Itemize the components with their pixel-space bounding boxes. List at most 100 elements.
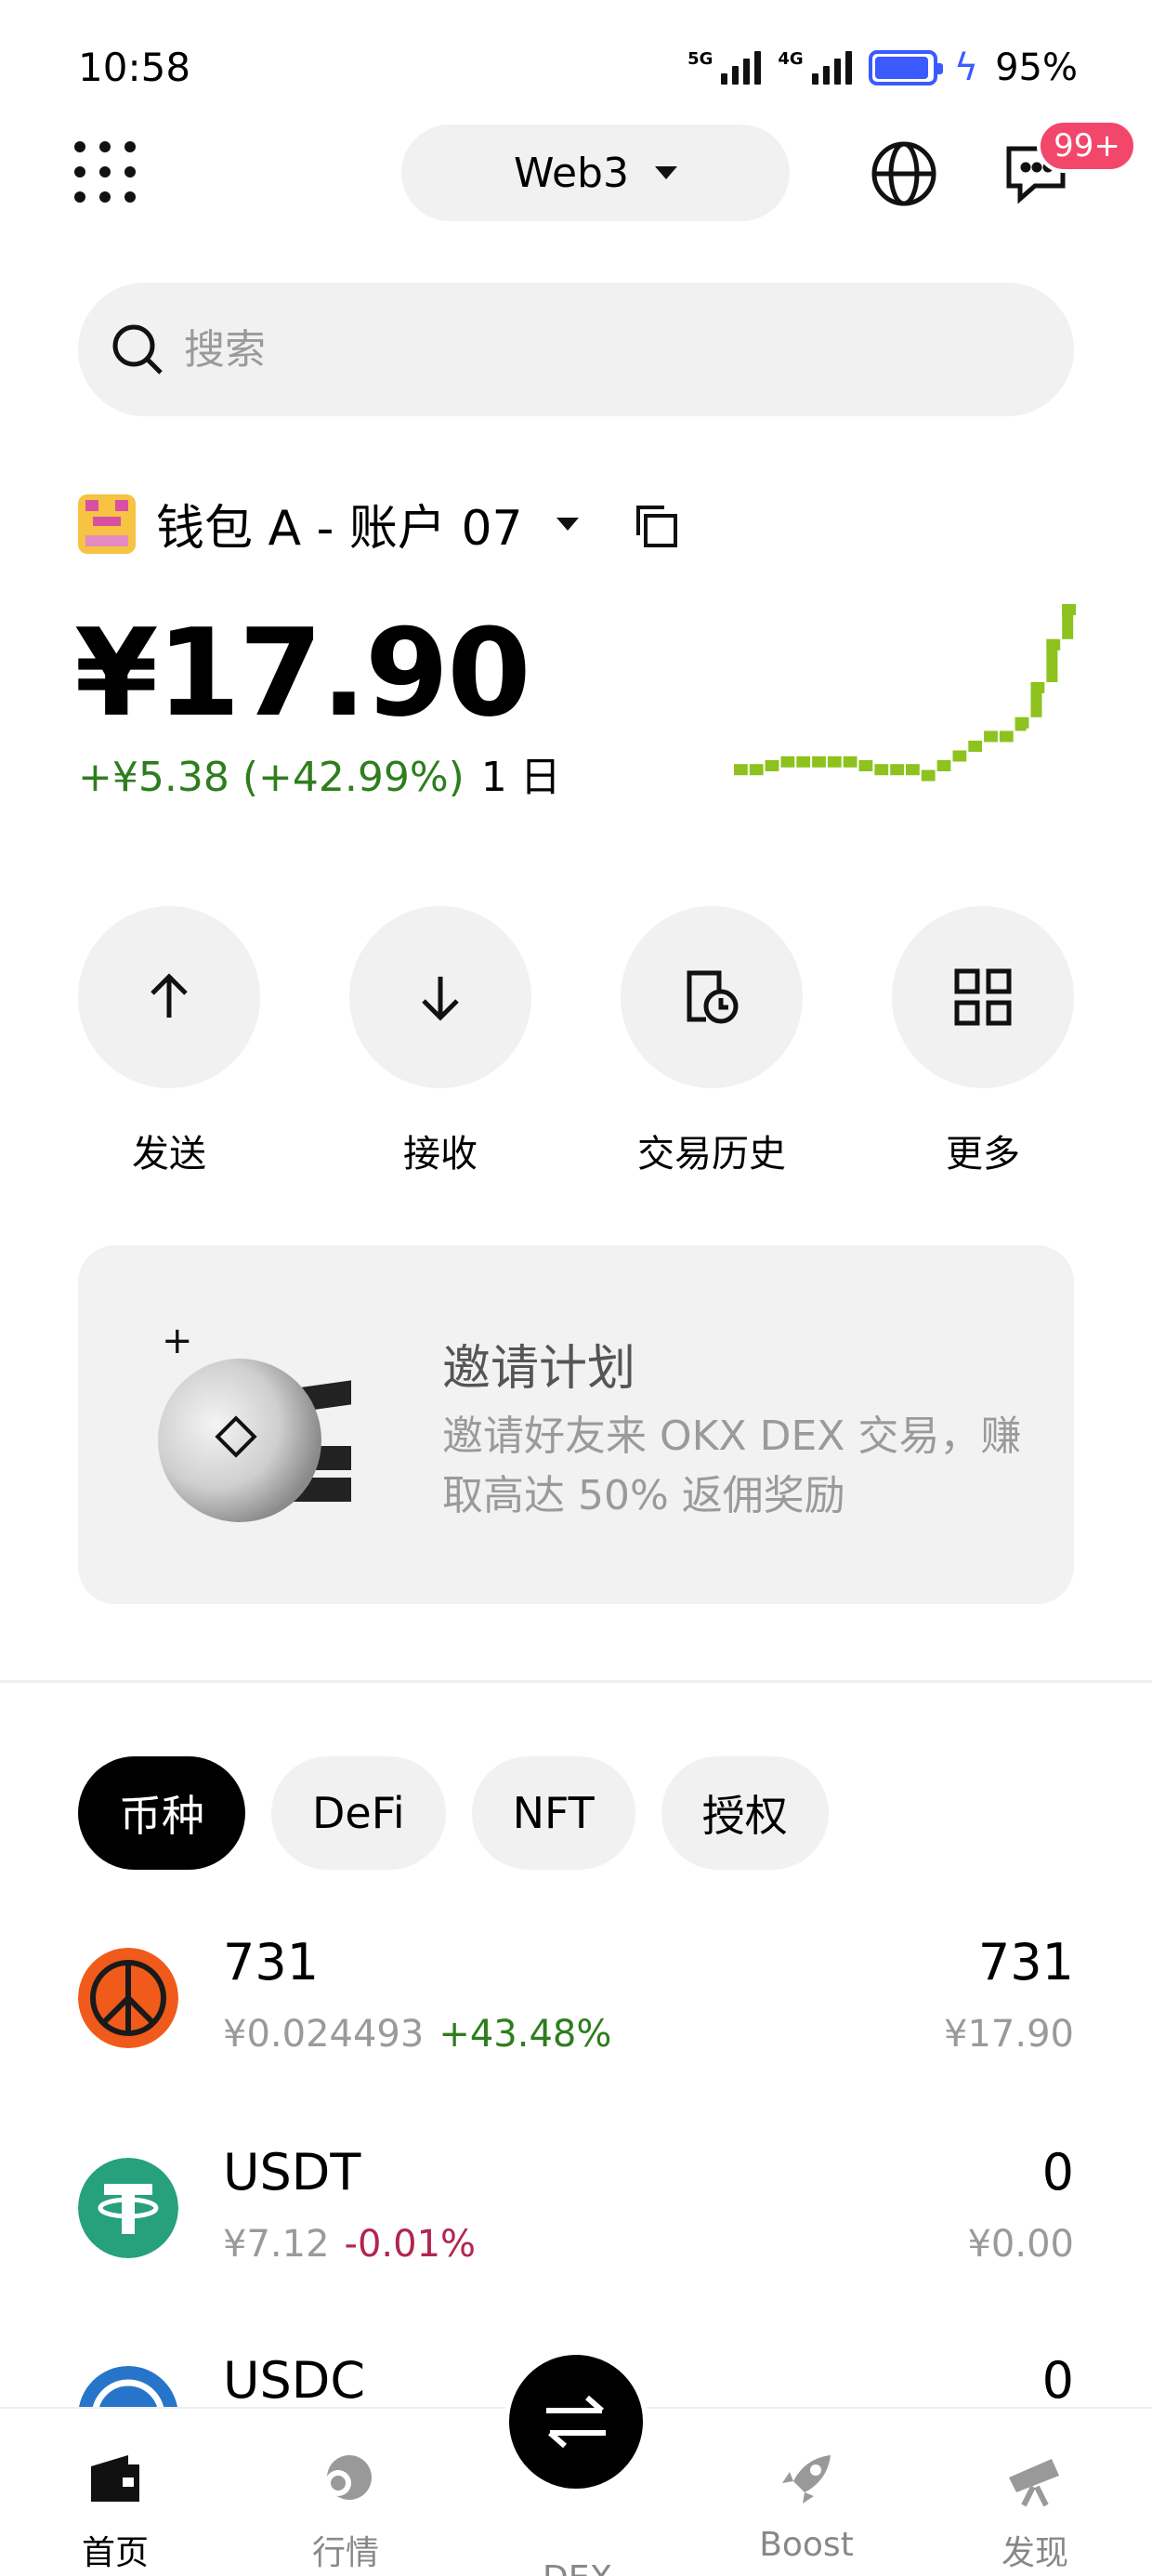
token-price-row: ¥7.12 -0.01%	[223, 2223, 476, 2266]
sparkline-point	[780, 756, 795, 768]
sparkline-point	[874, 764, 889, 776]
token-value: ¥0.00	[967, 2223, 1074, 2266]
token-amount: 731	[977, 1933, 1074, 1991]
token-amount: 0	[1041, 2143, 1074, 2201]
receive-label: 接收	[403, 1133, 478, 1176]
arrow-down-icon	[422, 977, 459, 1021]
sparkline-point	[968, 741, 983, 752]
nav-discover[interactable]: 发现	[961, 2450, 1109, 2574]
send-button[interactable]: 发送	[78, 906, 260, 1177]
search-icon	[112, 324, 163, 375]
change-period: 1 日	[480, 754, 561, 801]
dex-swap-button[interactable]	[504, 2349, 648, 2494]
token-name: USDT	[223, 2143, 361, 2201]
sparkline-point	[765, 760, 779, 771]
tab-defi[interactable]: DeFi	[271, 1756, 446, 1870]
wallet-name: 钱包 A - 账户 07	[156, 501, 523, 557]
nav-boost-label: Boost	[759, 2526, 854, 2564]
apps-menu-icon[interactable]	[74, 141, 136, 203]
nav-home[interactable]: 首页	[41, 2450, 190, 2574]
arrow-up-icon	[151, 973, 188, 1018]
nav-dex-label[interactable]: DEX	[543, 2559, 612, 2576]
change-value: +¥5.38 (+42.99%)	[78, 754, 465, 801]
balance-sparkline	[734, 604, 1076, 782]
nav-discover-label: 发现	[1001, 2534, 1068, 2572]
nav-boost[interactable]: Boost	[732, 2450, 881, 2564]
token-row[interactable]: USDT ¥7.12 -0.01% 0 ¥0.00	[78, 2143, 1074, 2292]
status-time: 10:58	[78, 45, 191, 90]
battery-icon	[868, 50, 943, 85]
search-input[interactable]	[184, 325, 927, 374]
history-label: 交易历史	[637, 1133, 786, 1176]
sparkline-segment	[1030, 682, 1042, 717]
sparkline-segment	[1046, 638, 1058, 682]
token-row[interactable]: 731 ¥0.024493 +43.48% 731 ¥17.90	[78, 1933, 1074, 2082]
signal-4g-icon: 4G	[778, 51, 852, 85]
token-value: ¥17.90	[944, 2013, 1074, 2056]
nav-market-label: 行情	[311, 2534, 379, 2572]
tab-nft[interactable]: NFT	[471, 1756, 635, 1870]
more-label: 更多	[946, 1133, 1020, 1176]
token-price-row: ¥0.024493 +43.48%	[223, 2013, 611, 2056]
copy-icon[interactable]	[635, 505, 677, 547]
token-name: USDC	[223, 2351, 366, 2410]
rocket-icon	[782, 2455, 831, 2504]
tab-tokens[interactable]: 币种	[78, 1756, 245, 1870]
history-icon	[687, 970, 739, 1024]
sparkline-point	[952, 750, 967, 762]
wallet-selector[interactable]: 钱包 A - 账户 07	[78, 489, 677, 559]
token-amount: 0	[1041, 2351, 1074, 2410]
wallet-icon	[91, 2455, 139, 2502]
svg-text:+: +	[162, 1320, 193, 1362]
nav-home-label: 首页	[81, 2534, 149, 2572]
sparkline-point	[984, 730, 998, 743]
sparkline-point	[812, 756, 826, 768]
token-change: +43.48%	[439, 2013, 612, 2056]
network-selector[interactable]: Web3	[401, 125, 790, 221]
network-label: Web3	[514, 149, 629, 197]
sparkline-point	[890, 764, 904, 776]
tab-approvals[interactable]: 授权	[661, 1756, 829, 1870]
chevron-down-icon	[556, 517, 579, 531]
battery-percent: 95%	[995, 46, 1078, 89]
asset-tabs: 币种 DeFi NFT 授权	[78, 1756, 829, 1870]
sparkline-point	[858, 760, 873, 771]
signal-5g-icon: 5G	[687, 51, 762, 85]
token-change: -0.01%	[344, 2223, 477, 2266]
market-icon	[325, 2455, 372, 2500]
swap-icon	[546, 2395, 606, 2449]
globe-icon[interactable]	[870, 139, 938, 208]
receive-button[interactable]: 接收	[349, 906, 531, 1177]
sparkline-point	[843, 756, 857, 768]
nav-market[interactable]: 行情	[271, 2450, 420, 2574]
total-balance: ¥17.90	[74, 602, 531, 743]
charging-icon: ϟ	[953, 46, 979, 89]
sparkline-point	[936, 760, 951, 771]
sparkline-point	[906, 764, 920, 776]
token-price: ¥0.024493	[223, 2013, 425, 2056]
sparkline-point	[999, 730, 1014, 743]
notification-badge: 99+	[1037, 119, 1137, 173]
invite-illustration: +	[158, 1320, 351, 1522]
token-731-logo	[78, 1948, 178, 2048]
sparkline-segment	[1015, 716, 1027, 731]
send-label: 发送	[132, 1133, 206, 1176]
chevron-down-icon	[654, 166, 677, 179]
avatar	[78, 493, 136, 554]
status-icons: 5G 4G ϟ 95%	[687, 46, 1078, 89]
grid-icon	[954, 968, 1012, 1026]
sparkline-point	[921, 769, 936, 782]
token-price: ¥7.12	[223, 2223, 330, 2266]
token-usdt-logo	[78, 2158, 178, 2258]
promo-description: 邀请好友来 OKX DEX 交易，赚取高达 50% 返佣奖励	[442, 1413, 1022, 1519]
promo-title: 邀请计划	[442, 1341, 636, 1397]
divider	[0, 1680, 1152, 1683]
more-button[interactable]: 更多	[892, 906, 1074, 1177]
sparkline-point	[827, 756, 842, 768]
sparkline-point	[749, 764, 764, 776]
telescope-icon	[1009, 2459, 1059, 2507]
sparkline-segment	[1062, 604, 1074, 639]
search-bar[interactable]	[78, 283, 1074, 416]
history-button[interactable]: 交易历史	[621, 906, 803, 1177]
balance-change: +¥5.38 (+42.99%) 1 日	[78, 743, 561, 803]
